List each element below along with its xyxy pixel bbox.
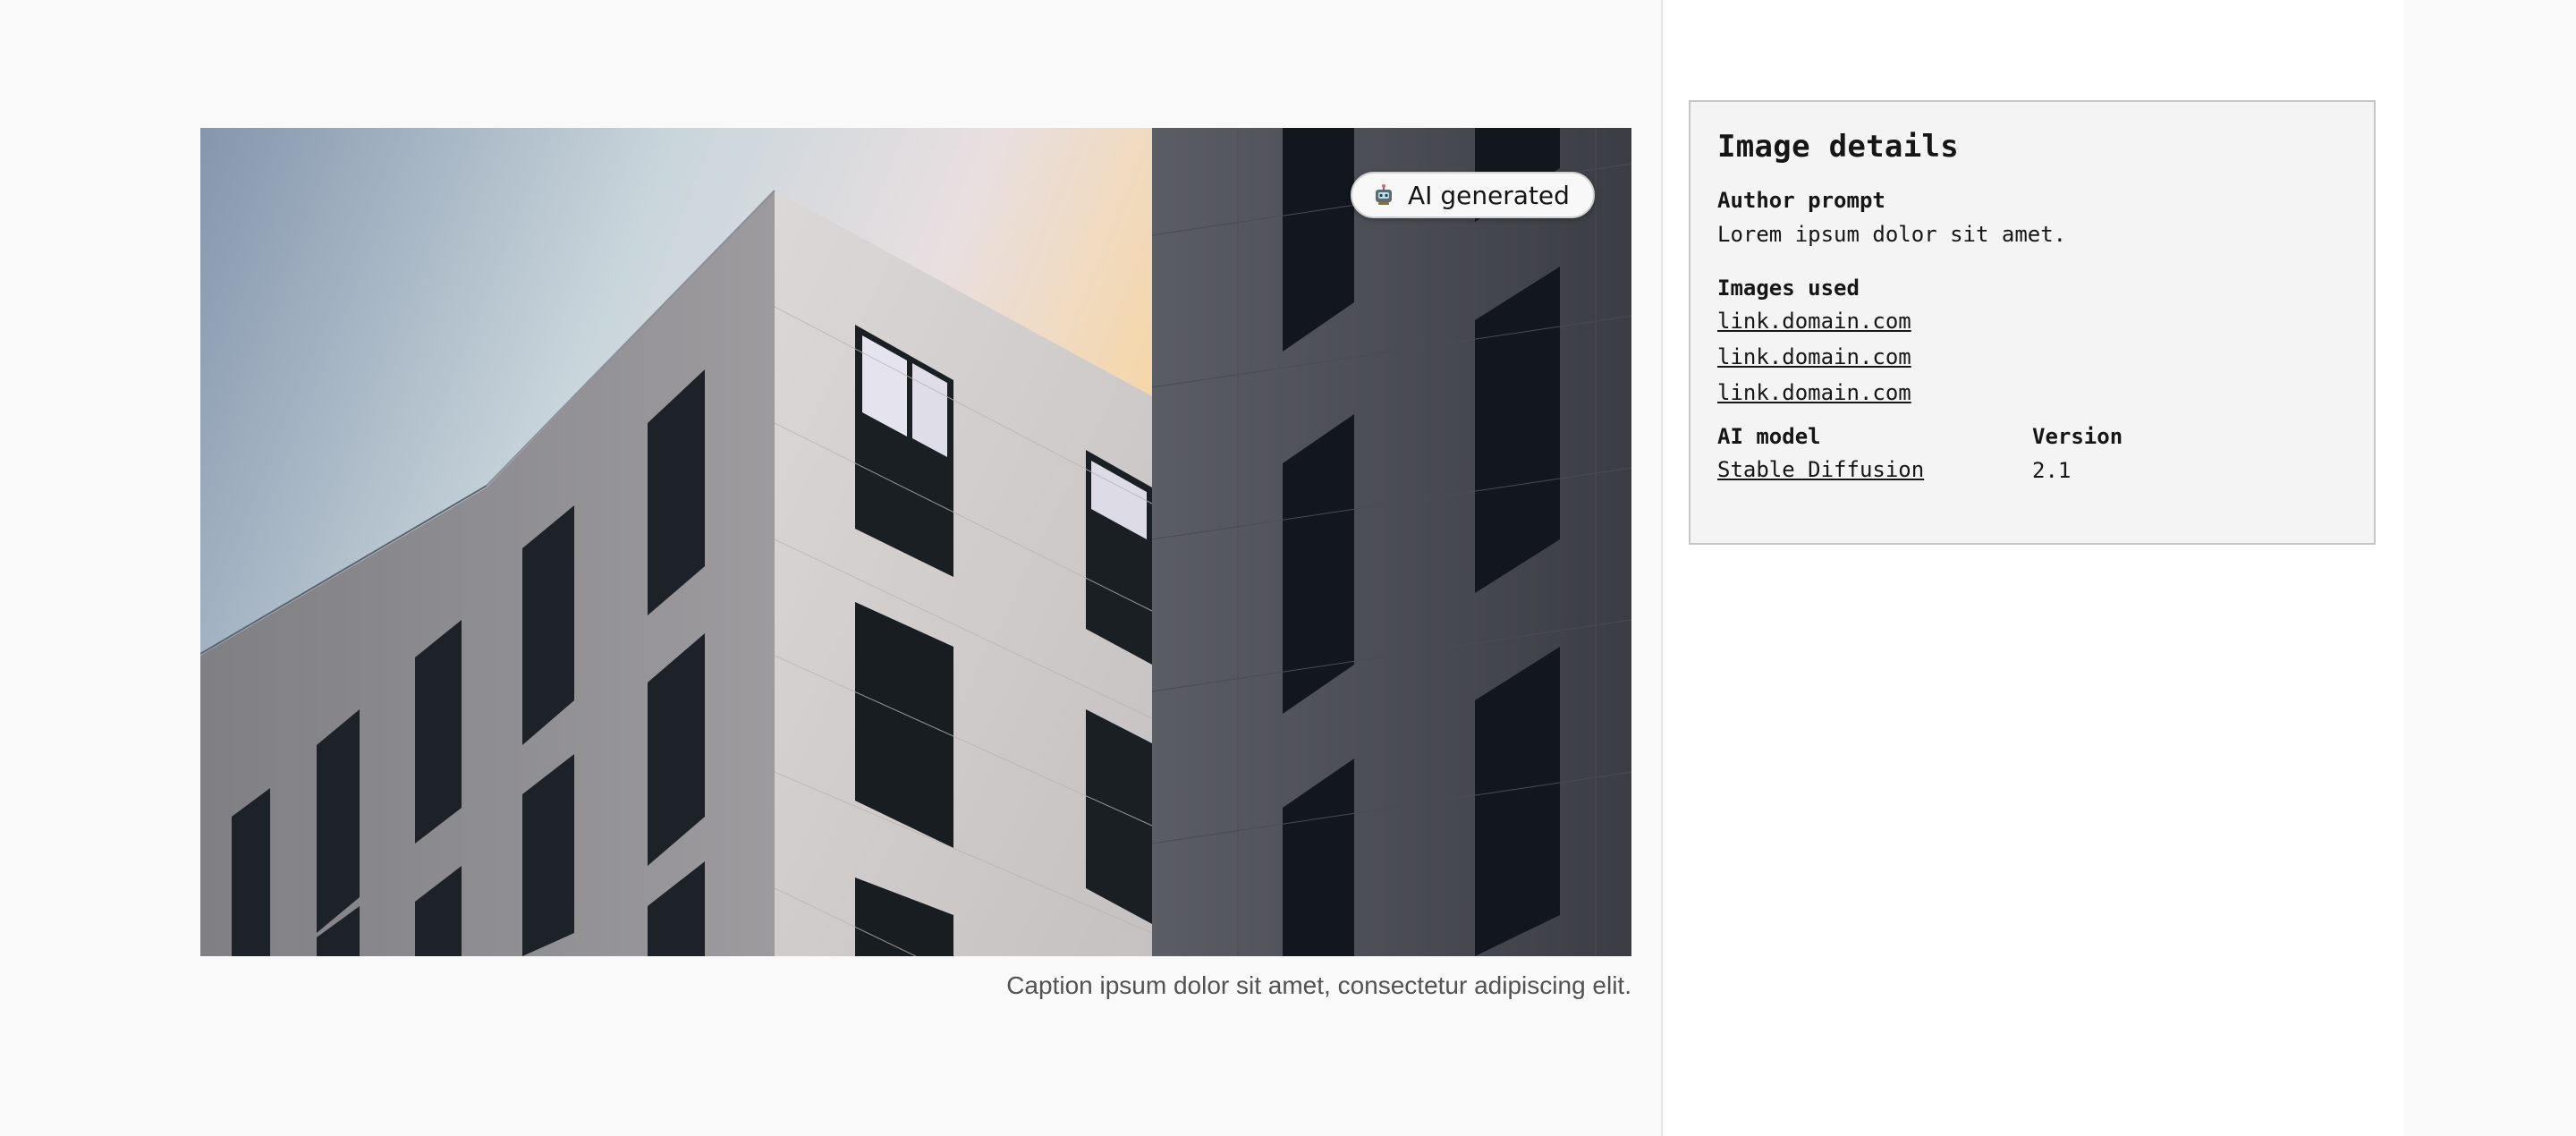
image-caption: Caption ipsum dolor sit amet, consectetu… <box>1006 971 1631 999</box>
author-prompt-value: Lorem ipsum dolor sit amet. <box>1717 222 2067 247</box>
images-used-section: Images used link.domain.com link.domain.… <box>1717 276 2347 404</box>
ai-generated-badge[interactable]: AI generated <box>1351 172 1595 218</box>
images-used-label: Images used <box>1717 276 1860 301</box>
version-label: Version <box>2032 424 2123 449</box>
version-column: Version 2.1 <box>2032 424 2347 494</box>
author-prompt-section: Author prompt Lorem ipsum dolor sit amet… <box>1717 188 2347 247</box>
image-source-link[interactable]: link.domain.com <box>1717 381 2347 404</box>
building-photo: AI generated <box>200 128 1631 956</box>
model-info-row: AI model Stable Diffusion Version 2.1 <box>1717 424 2347 494</box>
ai-model-link[interactable]: Stable Diffusion <box>1717 458 2032 481</box>
version-value: 2.1 <box>2032 458 2072 483</box>
image-details-panel: Image details Author prompt Lorem ipsum … <box>1689 100 2376 545</box>
badge-label: AI generated <box>1408 180 1570 210</box>
ai-model-column: AI model Stable Diffusion <box>1717 424 2032 494</box>
image-source-link[interactable]: link.domain.com <box>1717 309 2347 333</box>
page-margin <box>2404 0 2576 1136</box>
author-prompt-label: Author prompt <box>1717 188 1885 213</box>
image-source-link[interactable]: link.domain.com <box>1717 345 2347 369</box>
ai-model-label: AI model <box>1717 424 1821 449</box>
robot-icon <box>1376 184 1392 205</box>
panel-title: Image details <box>1717 129 1960 165</box>
